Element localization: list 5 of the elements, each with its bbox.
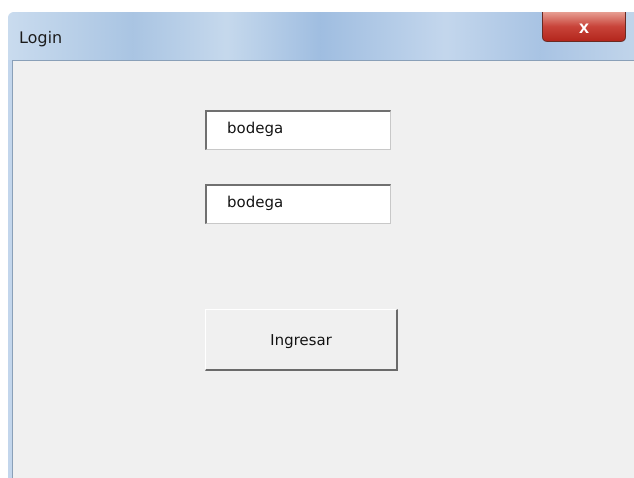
window-title: Login <box>19 28 62 47</box>
input-field[interactable]: bodega <box>205 110 391 150</box>
submit-button[interactable]: Ingresar <box>205 309 398 371</box>
input-field[interactable]: bodega <box>205 184 391 224</box>
close-button[interactable]: x <box>542 12 626 42</box>
